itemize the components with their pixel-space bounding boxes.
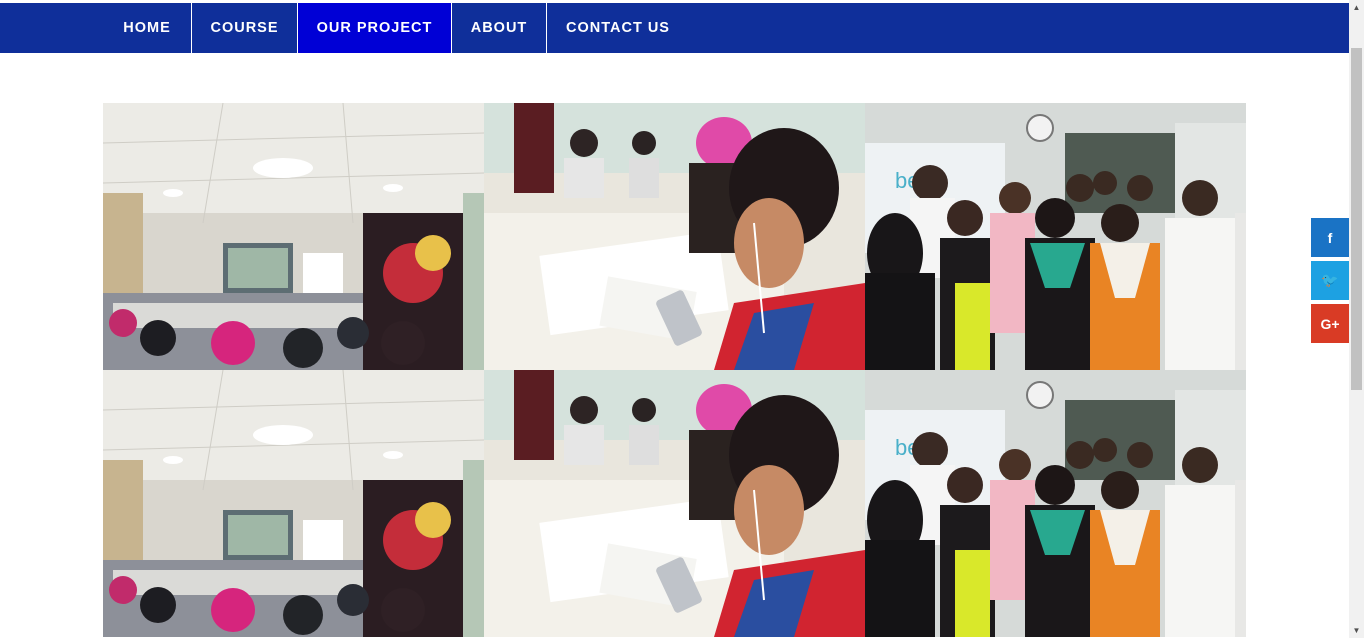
- classroom-photo-image: [103, 103, 484, 370]
- nav-item-our-project[interactable]: OUR PROJECT: [298, 3, 452, 53]
- scroll-down-icon[interactable]: ▼: [1349, 623, 1364, 638]
- nav-item-home[interactable]: HOME: [103, 3, 192, 53]
- gallery-photo-student[interactable]: [484, 370, 865, 637]
- google-plus-icon: G+: [1320, 315, 1340, 332]
- social-share-bar: f 🐦 G+: [1311, 218, 1349, 347]
- gallery-photo-group[interactable]: be: [865, 370, 1246, 637]
- gallery-photo-student[interactable]: [484, 103, 865, 370]
- scrollbar-thumb[interactable]: [1351, 48, 1362, 390]
- gallery-photo-group[interactable]: be: [865, 103, 1246, 370]
- student-photo-image: [484, 370, 865, 637]
- nav-left-spacer: [0, 3, 103, 53]
- gallery-photo-classroom[interactable]: [103, 103, 484, 370]
- student-photo-image: [484, 103, 865, 370]
- nav-item-course[interactable]: COURSE: [192, 3, 298, 53]
- project-gallery: be be: [103, 103, 1246, 637]
- nav-item-contact-us[interactable]: CONTACT US: [547, 3, 689, 53]
- group-photo-image: be: [865, 103, 1246, 370]
- group-photo-image: be: [865, 370, 1246, 637]
- facebook-icon: f: [1327, 229, 1333, 246]
- facebook-button[interactable]: f: [1311, 218, 1349, 257]
- twitter-icon: 🐦: [1321, 272, 1339, 288]
- scroll-up-icon[interactable]: ▲: [1349, 0, 1364, 15]
- page-scrollbar[interactable]: ▲ ▼: [1349, 0, 1364, 638]
- twitter-button[interactable]: 🐦: [1311, 261, 1349, 300]
- google-plus-button[interactable]: G+: [1311, 304, 1349, 343]
- nav-item-about[interactable]: ABOUT: [452, 3, 547, 53]
- classroom-photo-image: [103, 370, 484, 637]
- main-navbar: HOME COURSE OUR PROJECT ABOUT CONTACT US: [0, 3, 1349, 53]
- gallery-photo-classroom[interactable]: [103, 370, 484, 637]
